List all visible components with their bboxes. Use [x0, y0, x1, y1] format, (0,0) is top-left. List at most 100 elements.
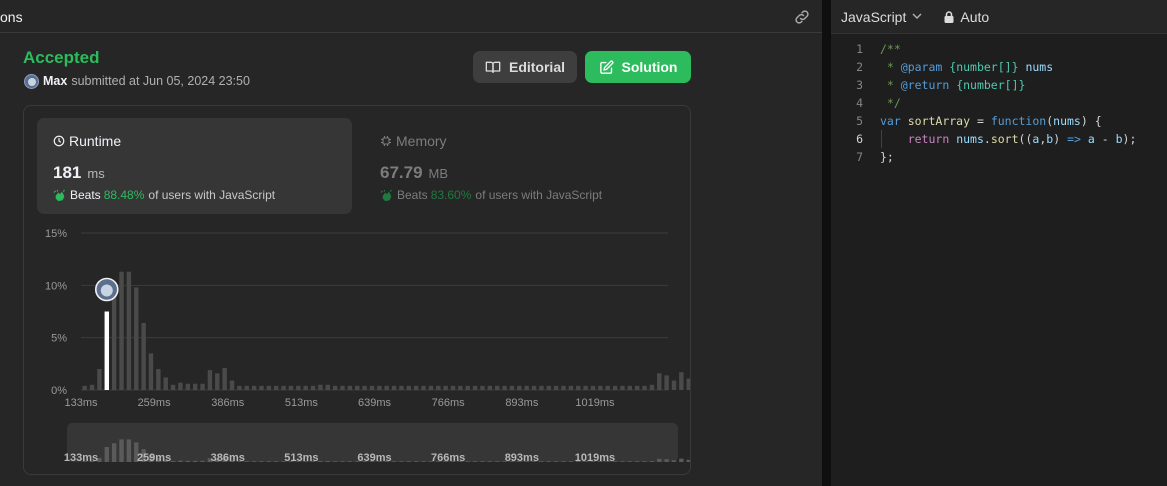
- bar[interactable]: [325, 384, 330, 390]
- bar[interactable]: [458, 385, 463, 390]
- bar[interactable]: [657, 373, 662, 390]
- bar[interactable]: [318, 384, 323, 390]
- bar[interactable]: [671, 380, 677, 390]
- bar[interactable]: [185, 383, 191, 390]
- bar[interactable]: [487, 385, 493, 390]
- bar[interactable]: [494, 385, 500, 390]
- bar[interactable]: [480, 385, 485, 390]
- bar[interactable]: [347, 385, 353, 390]
- bar[interactable]: [531, 385, 537, 390]
- auto-mode-toggle[interactable]: Auto: [944, 9, 989, 25]
- code-line[interactable]: 5 var sortArray = function(nums) {: [831, 112, 1167, 130]
- bar[interactable]: [598, 385, 603, 390]
- bar[interactable]: [605, 385, 610, 390]
- bar[interactable]: [642, 385, 647, 390]
- bar[interactable]: [362, 385, 367, 390]
- tab-submissions[interactable]: ons: [0, 9, 23, 25]
- bar[interactable]: [399, 385, 404, 390]
- bar[interactable]: [200, 383, 205, 390]
- bar[interactable]: [568, 385, 574, 390]
- bar[interactable]: [517, 385, 522, 390]
- code-line[interactable]: 3 * @return {number[]}: [831, 76, 1167, 94]
- bar[interactable]: [237, 385, 242, 390]
- bar[interactable]: [436, 385, 441, 390]
- bar[interactable]: [539, 385, 544, 390]
- bar[interactable]: [679, 372, 684, 390]
- bar[interactable]: [178, 382, 183, 390]
- bar[interactable]: [141, 323, 146, 390]
- bar[interactable]: [384, 385, 389, 390]
- bar[interactable]: [369, 385, 375, 390]
- bar[interactable]: [686, 378, 690, 390]
- code-area[interactable]: 1/** 2 * @param {number[]} nums 3 * @retur…: [831, 40, 1167, 166]
- bar[interactable]: [310, 385, 316, 390]
- bar[interactable]: [97, 369, 102, 390]
- bar[interactable]: [259, 385, 264, 390]
- bar[interactable]: [222, 368, 227, 390]
- bar[interactable]: [355, 385, 360, 390]
- bar[interactable]: [634, 385, 640, 390]
- panel-resizer[interactable]: [822, 0, 831, 486]
- bar[interactable]: [649, 384, 655, 390]
- bar[interactable]: [134, 287, 139, 390]
- bar[interactable]: [546, 385, 551, 390]
- code-line[interactable]: 2 * @param {number[]} nums: [831, 58, 1167, 76]
- bar[interactable]: [450, 385, 456, 390]
- bar[interactable]: [244, 385, 249, 390]
- bar[interactable]: [89, 384, 95, 390]
- code-line[interactable]: 4 */: [831, 94, 1167, 112]
- bar[interactable]: [413, 385, 419, 390]
- bar[interactable]: [340, 385, 345, 390]
- bar[interactable]: [406, 385, 412, 390]
- link-icon[interactable]: [793, 8, 811, 26]
- bar[interactable]: [170, 384, 176, 390]
- bar[interactable]: [421, 385, 426, 390]
- bar[interactable]: [192, 383, 198, 390]
- bar[interactable]: [576, 385, 581, 390]
- code-line[interactable]: 6 return nums.sort((a,b) => a - b);: [831, 130, 1167, 148]
- editorial-button[interactable]: Editorial: [473, 51, 577, 83]
- bar[interactable]: [296, 385, 301, 390]
- bar[interactable]: [111, 291, 117, 390]
- bar[interactable]: [303, 385, 308, 390]
- bar[interactable]: [664, 375, 669, 390]
- bar[interactable]: [82, 385, 87, 390]
- bar[interactable]: [627, 385, 633, 390]
- bar[interactable]: [465, 385, 470, 390]
- bar[interactable]: [266, 385, 272, 390]
- bar[interactable]: [612, 385, 618, 390]
- bar[interactable]: [251, 385, 257, 390]
- bar[interactable]: [207, 370, 213, 390]
- bar[interactable]: [156, 369, 161, 390]
- solution-button[interactable]: Solution: [585, 51, 691, 83]
- bar[interactable]: [561, 385, 566, 390]
- avatar[interactable]: [24, 73, 39, 89]
- bar[interactable]: [148, 353, 154, 390]
- code-line[interactable]: 7};: [831, 148, 1167, 166]
- bar[interactable]: [524, 385, 529, 390]
- bar[interactable]: [590, 385, 596, 390]
- bar[interactable]: [620, 385, 625, 390]
- bar[interactable]: [583, 385, 588, 390]
- language-select[interactable]: JavaScript: [841, 9, 922, 25]
- bar[interactable]: [509, 385, 515, 390]
- bar[interactable]: [377, 385, 382, 390]
- bar[interactable]: [119, 271, 124, 390]
- runtime-distribution-chart[interactable]: 15%10%5%0%133ms 259ms 386ms 513ms 639ms 766ms…: [24, 106, 690, 474]
- bar[interactable]: [332, 385, 338, 390]
- bar[interactable]: [281, 385, 286, 390]
- bar[interactable]: [472, 385, 478, 390]
- user-name[interactable]: Max: [43, 74, 67, 88]
- highlighted-bar[interactable]: [104, 311, 109, 391]
- bar[interactable]: [443, 385, 448, 390]
- bar[interactable]: [126, 271, 132, 390]
- bar[interactable]: [502, 385, 507, 390]
- bar[interactable]: [229, 380, 235, 390]
- bar[interactable]: [391, 385, 397, 390]
- bar[interactable]: [553, 385, 559, 390]
- bar[interactable]: [215, 373, 220, 390]
- bar[interactable]: [274, 385, 279, 390]
- bar[interactable]: [428, 385, 434, 390]
- bar[interactable]: [288, 385, 294, 390]
- bar[interactable]: [163, 377, 168, 390]
